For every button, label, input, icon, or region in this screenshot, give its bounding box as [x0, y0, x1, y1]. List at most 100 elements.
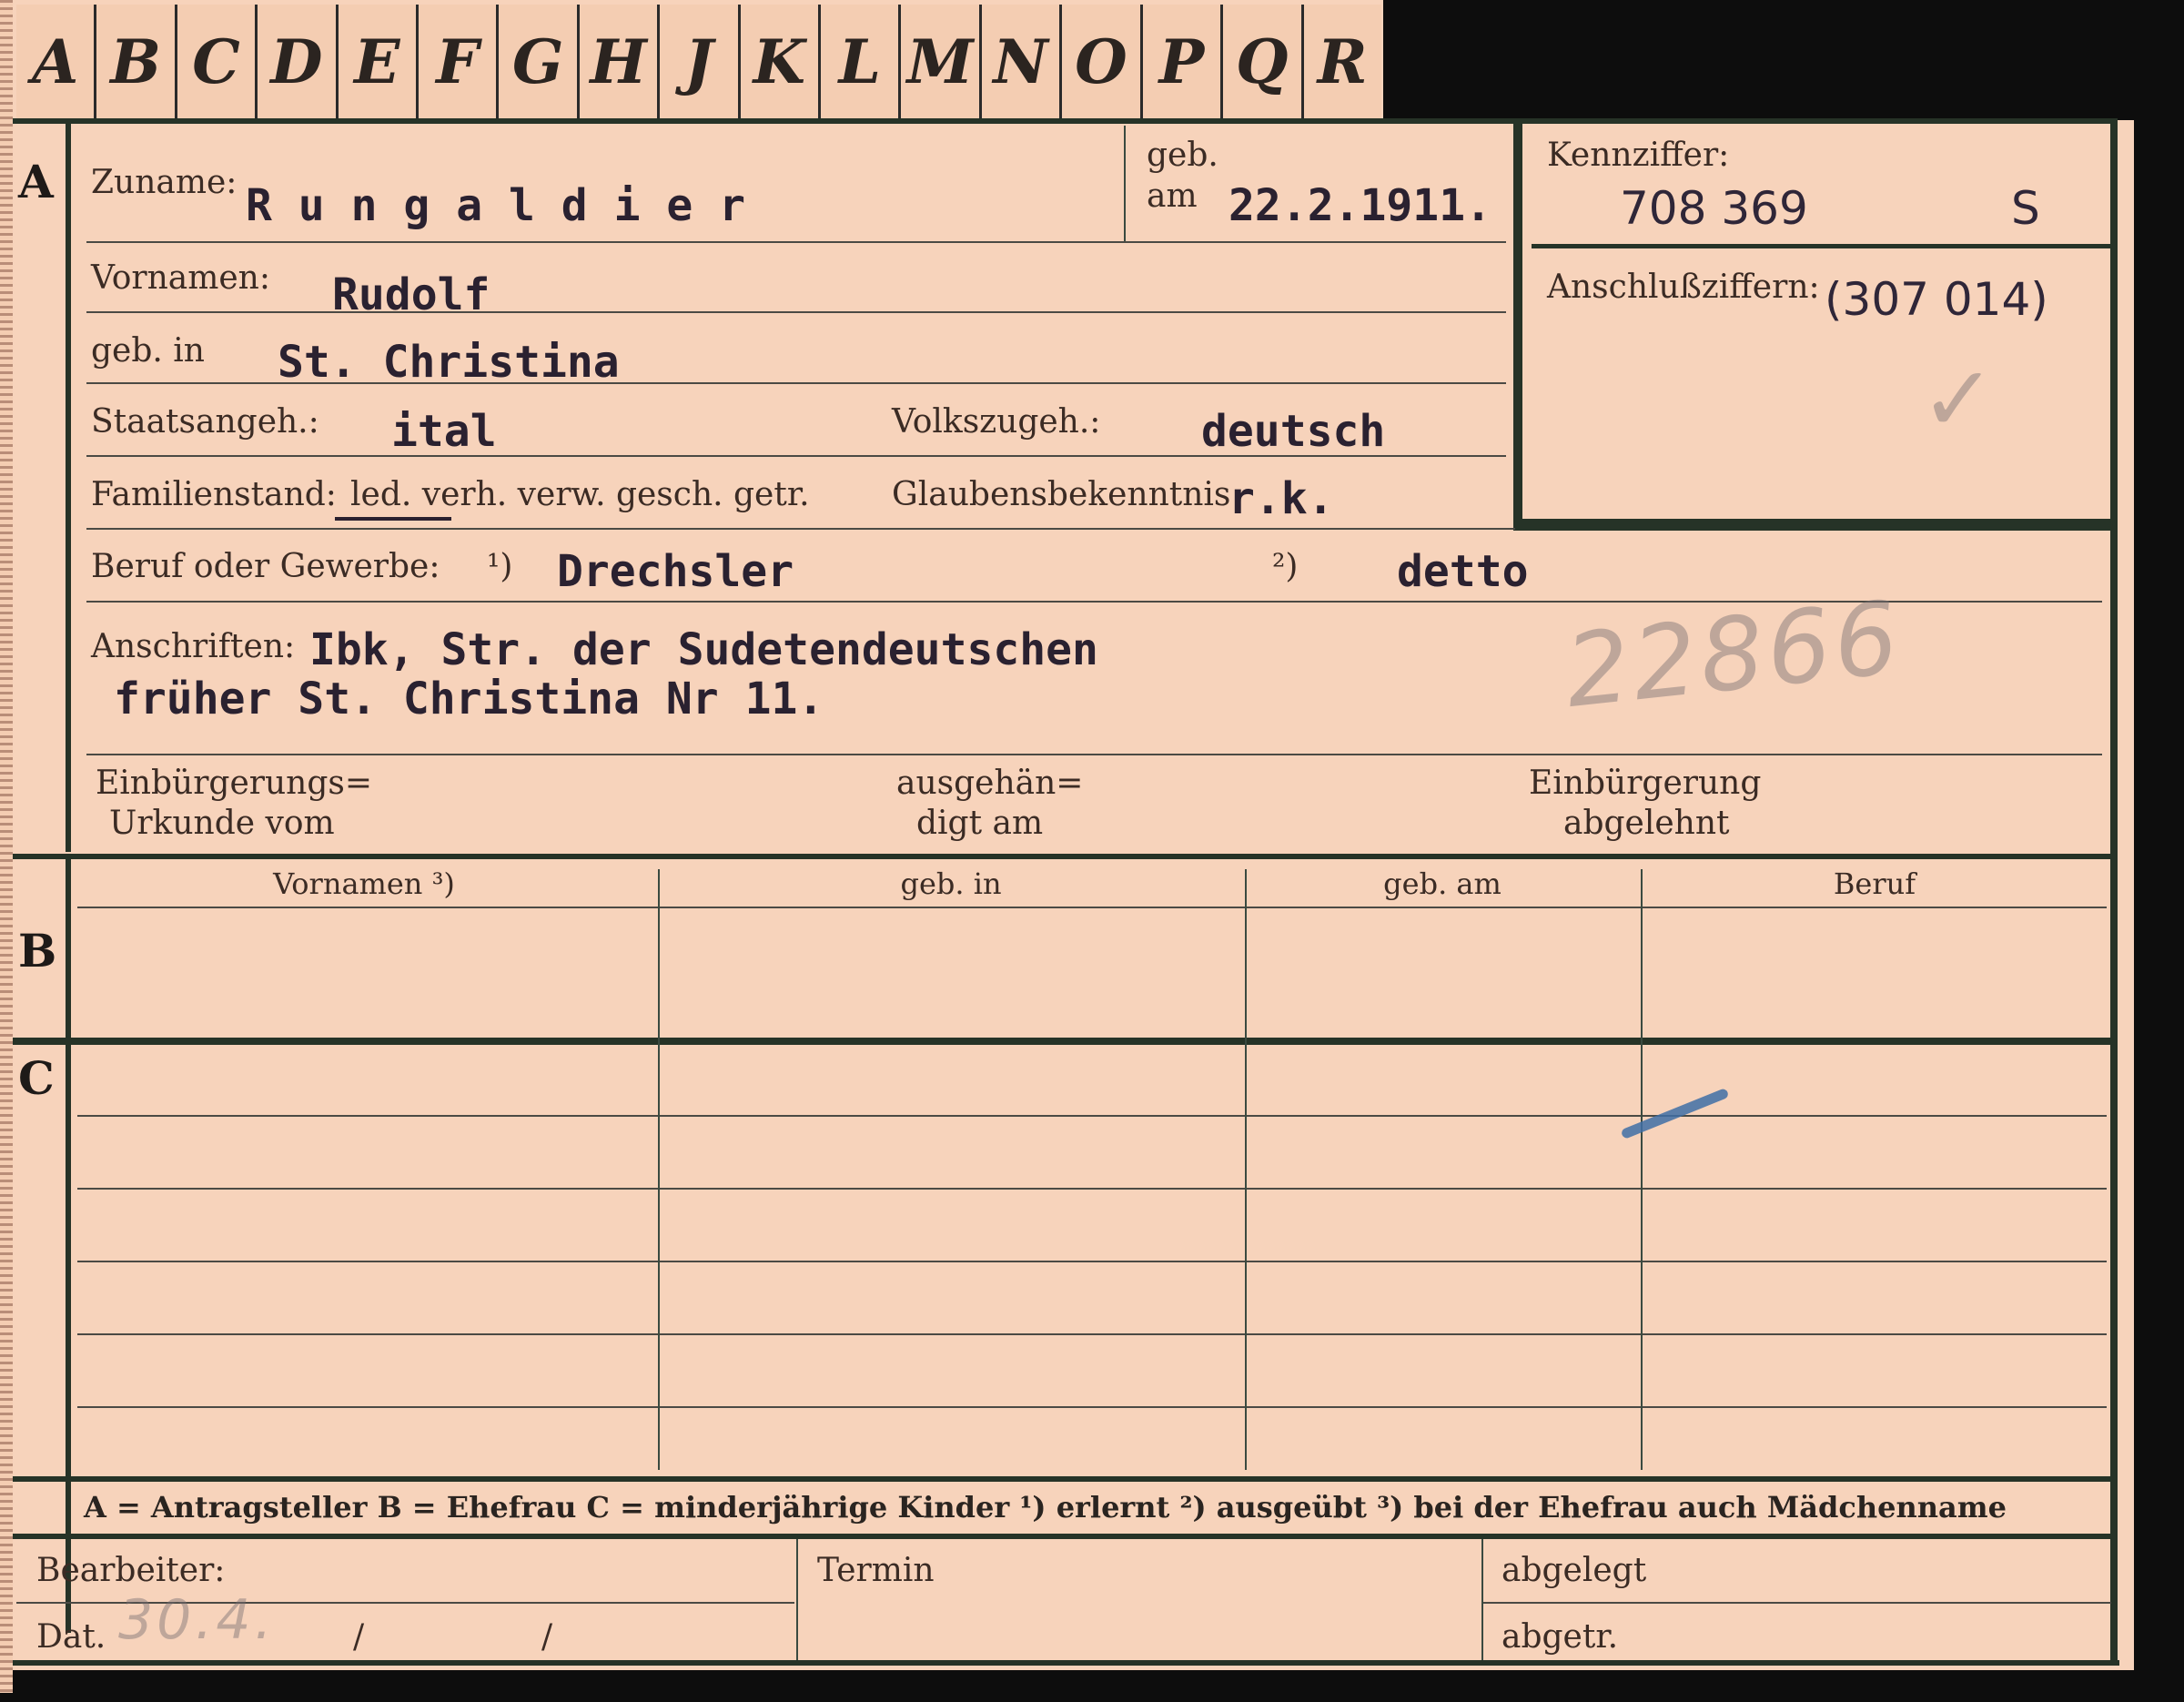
ethnicity-label: Volkszugeh.: — [892, 403, 1101, 441]
alphabet-tab: C — [174, 5, 255, 118]
surname-value: R u n g a l d i e r — [246, 180, 746, 231]
marital-status-options: led. verh. verw. gesch. getr. — [350, 476, 810, 513]
rule — [77, 1333, 2107, 1335]
alphabet-tab: M — [898, 5, 978, 118]
alphabet-tab: R — [1300, 5, 1381, 118]
reference-number: 708 369 — [1620, 182, 1808, 235]
check-mark: ✓ — [1920, 346, 2000, 452]
rejected-label-2: abgelehnt — [1563, 805, 1730, 842]
date-value: 30.4. — [118, 1588, 276, 1652]
rule — [66, 859, 71, 1633]
rule — [77, 1115, 2107, 1117]
rule — [1483, 1602, 2111, 1604]
surname-label: Zuname: — [91, 164, 238, 201]
born-label: geb. — [1147, 137, 1218, 174]
index-card — [0, 0, 2134, 1693]
religion-value: r.k. — [1228, 473, 1334, 524]
marital-underline — [335, 517, 451, 521]
deadline-label: Termin — [817, 1552, 935, 1589]
column-header: geb. am — [1383, 866, 1502, 901]
reference-suffix: S — [2011, 182, 2040, 235]
background-top — [1383, 0, 2184, 120]
handed-label-1: ausgehän= — [896, 765, 1084, 802]
occupation-note-1: ¹) — [487, 548, 513, 585]
rule — [13, 854, 2110, 859]
given-name-label: Vornamen: — [91, 259, 270, 297]
birthplace-label: geb. in — [91, 332, 205, 370]
rule — [1641, 869, 1643, 1470]
connection-label: Anschlußziffern: — [1547, 268, 1820, 306]
alphabet-tab-strip: ABCDEFGHJKLMNOPQR — [16, 5, 1381, 122]
address-label: Anschriften: — [91, 628, 296, 665]
rule — [77, 907, 2107, 908]
separated-label: abgetr. — [1502, 1618, 1619, 1656]
rule — [1124, 126, 1126, 241]
naturalization-label-2: Urkunde vom — [109, 805, 335, 842]
section-c-letter: C — [18, 1051, 55, 1105]
address-line-1: Ibk, Str. der Sudetendeutschen — [309, 624, 1098, 675]
section-a-letter: A — [18, 155, 54, 208]
naturalization-label-1: Einbürgerungs= — [96, 765, 373, 802]
ethnicity-value: deutsch — [1201, 406, 1386, 457]
alphabet-tab: O — [1059, 5, 1139, 118]
citizenship-label: Staatsangeh.: — [91, 403, 319, 441]
alphabet-tab: E — [335, 5, 416, 118]
rule — [77, 1188, 2107, 1190]
citizenship-value: ital — [391, 406, 497, 457]
alphabet-tab: H — [576, 5, 657, 118]
handed-label-2: digt am — [916, 805, 1044, 842]
occupation-value: Drechsler — [557, 546, 794, 597]
rule — [77, 1406, 2107, 1408]
column-header: Beruf — [1833, 866, 1916, 901]
rule — [86, 754, 2102, 755]
background-right — [2134, 0, 2184, 1702]
card-edge — [0, 0, 13, 1693]
occupation-note-2: ²) — [1272, 548, 1299, 585]
rejected-label-1: Einbürgerung — [1529, 765, 1762, 802]
alphabet-tab: P — [1139, 5, 1220, 118]
alphabet-tab: N — [978, 5, 1059, 118]
given-name-value: Rudolf — [332, 269, 490, 320]
rule — [2110, 118, 2118, 1666]
rule — [86, 528, 1515, 530]
religion-label: Glaubensbekenntnis — [892, 476, 1231, 513]
rule — [1522, 519, 2110, 531]
section-b-letter: B — [18, 924, 57, 978]
born-date: 22.2.1911. — [1228, 180, 1491, 231]
rule — [13, 1660, 2119, 1666]
column-header: Vornamen ³) — [273, 866, 455, 901]
birthplace-value: St. Christina — [278, 337, 620, 388]
alphabet-tab: G — [496, 5, 576, 118]
rule — [1245, 869, 1247, 1470]
rule — [13, 1038, 2110, 1045]
rule — [13, 1534, 2110, 1539]
rule — [77, 1261, 2107, 1262]
alphabet-tab: L — [818, 5, 898, 118]
rule — [66, 124, 71, 852]
clerk-label: Bearbeiter: — [36, 1552, 226, 1589]
rule — [13, 118, 2110, 124]
alphabet-tab: F — [416, 5, 496, 118]
rule — [658, 869, 660, 1470]
occupation-label: Beruf oder Gewerbe: — [91, 548, 440, 585]
rule — [796, 1539, 798, 1662]
filed-label: abgelegt — [1502, 1552, 1647, 1589]
connection-number: (307 014) — [1825, 273, 2048, 326]
rule — [13, 1476, 2110, 1482]
alphabet-tab: A — [32, 25, 79, 97]
date-label: Dat. — [36, 1618, 106, 1656]
legend-text: A = Antragsteller B = Ehefrau C = minder… — [84, 1490, 2007, 1525]
alphabet-tab: K — [737, 5, 818, 118]
alphabet-tab: B — [94, 5, 174, 118]
rule — [86, 241, 1506, 243]
rule — [1481, 1539, 1483, 1662]
rule — [1532, 244, 2110, 248]
occupation-practiced: detto — [1397, 546, 1529, 597]
date-slash: / — [353, 1618, 365, 1656]
reference-label: Kennziffer: — [1547, 137, 1730, 174]
alphabet-tab: Q — [1220, 5, 1300, 118]
rule — [1513, 123, 1522, 531]
alphabet-tab: J — [657, 5, 737, 118]
background-bottom — [0, 1670, 2184, 1702]
marital-status-label: Familienstand: — [91, 476, 337, 513]
